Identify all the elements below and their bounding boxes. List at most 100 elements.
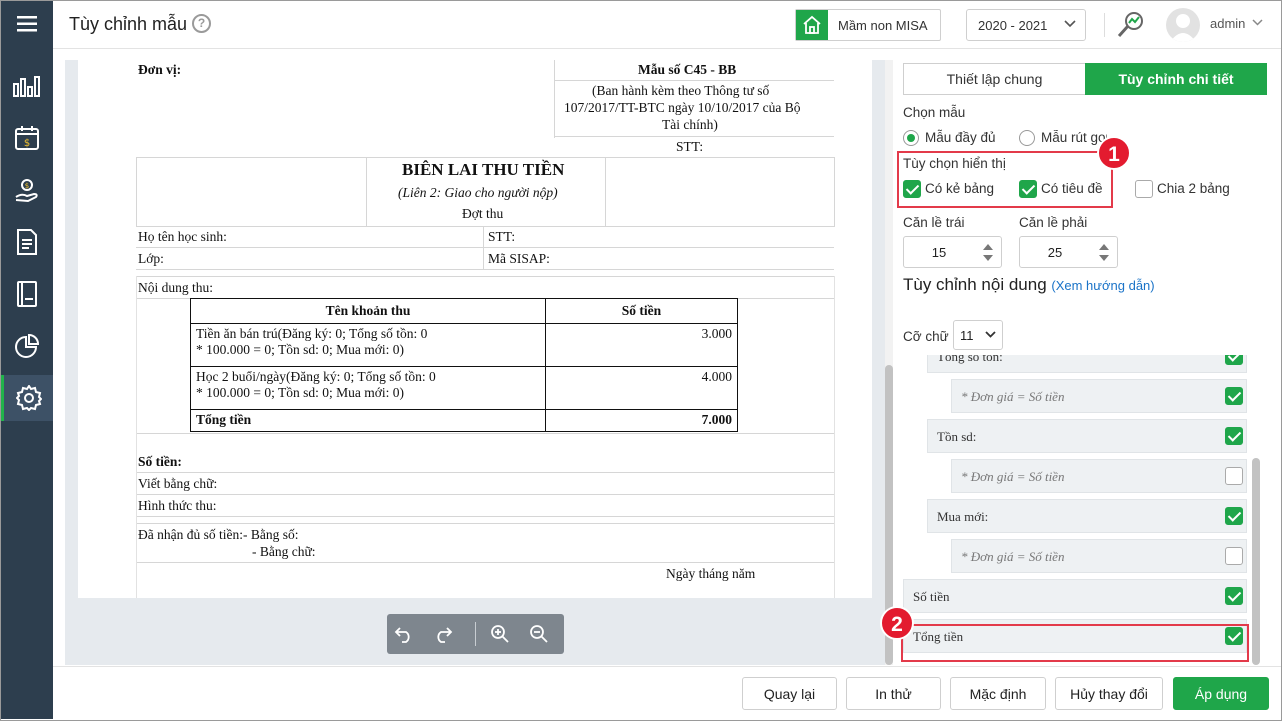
option-label: * Đơn giá = Số tiền <box>961 549 1065 564</box>
right-margin-label: Căn lề phải <box>1019 215 1088 230</box>
option-label: * Đơn giá = Số tiền <box>961 469 1065 484</box>
menu-icon[interactable] <box>1 1 53 47</box>
sidebar-item-collect[interactable]: $ <box>1 167 53 213</box>
checkbox-split-tables[interactable] <box>1135 180 1153 198</box>
left-margin-stepper[interactable]: 15 <box>903 236 1002 268</box>
avatar[interactable] <box>1166 8 1200 42</box>
tab-general-settings[interactable]: Thiết lập chung <box>903 63 1085 95</box>
zoom-out-icon <box>530 625 548 643</box>
undo-button[interactable] <box>391 621 417 647</box>
sidebar-item-reports[interactable] <box>1 323 53 369</box>
fee-name-line: * 100.000 = 0; Tồn sd: 0; Mua mới: 0) <box>196 342 405 357</box>
school-selector[interactable]: Mầm non MISA <box>795 9 941 41</box>
font-size-select[interactable]: 11 <box>953 320 1003 350</box>
col-fee-name: Tên khoản thu <box>190 298 546 324</box>
print-preview-button[interactable]: In thử <box>846 677 941 710</box>
table-row: Học 2 buổi/ngày(Đăng ký: 0; Tổng số tồn:… <box>190 366 738 410</box>
doc-amount-label: Số tiền: <box>138 454 182 469</box>
back-button[interactable]: Quay lại <box>742 677 837 710</box>
fee-name-line: Học 2 buổi/ngày(Đăng ký: 0; Tổng số tồn:… <box>196 369 436 384</box>
increment-icon[interactable] <box>1099 244 1109 250</box>
split-tables-label[interactable]: Chia 2 bảng <box>1157 181 1230 196</box>
undo-icon <box>394 627 410 643</box>
option-checkbox[interactable] <box>1225 547 1243 565</box>
fee-table: Tên khoản thu Số tiền Tiền ăn bán trú(Đă… <box>190 298 738 432</box>
doc-issued-line: Tài chính) <box>662 117 718 132</box>
increment-icon[interactable] <box>983 244 993 250</box>
doc-student-stt: STT: <box>488 229 516 244</box>
doc-unit-label: Đơn vị: <box>138 62 182 77</box>
font-size-label: Cỡ chữ <box>903 329 949 344</box>
search-chart-icon[interactable] <box>1116 10 1146 40</box>
short-template-label[interactable]: Mẫu rút gọn <box>1041 130 1107 145</box>
zoom-out-button[interactable] <box>526 621 552 647</box>
doc-class: Lớp: <box>138 251 164 266</box>
option-checkbox[interactable] <box>1225 507 1243 525</box>
doc-stt: STT: <box>676 139 704 154</box>
right-margin-value: 25 <box>1047 245 1063 260</box>
preview-scrollbar[interactable] <box>885 60 893 665</box>
list-item: Tồn sd: <box>927 419 1247 453</box>
list-item: Số tiền <box>903 579 1247 613</box>
page-title: Tùy chỉnh mẫu <box>69 14 188 34</box>
cancel-changes-button[interactable]: Hủy thay đổi <box>1055 677 1163 710</box>
svg-text:$: $ <box>25 182 29 190</box>
radio-full-template[interactable] <box>903 130 919 146</box>
list-item: * Đơn giá = Số tiền <box>951 539 1247 573</box>
receipt-preview: Đơn vị: Mẫu số C45 - BB (Ban hành kèm th… <box>78 60 872 598</box>
decrement-icon[interactable] <box>1099 255 1109 261</box>
doc-content-label: Nội dung thu: <box>138 280 214 295</box>
doc-student-name: Họ tên học sinh: <box>138 229 227 244</box>
sidebar-item-documents[interactable] <box>1 219 53 265</box>
zoom-in-button[interactable] <box>487 621 513 647</box>
school-year-select[interactable]: 2020 - 2021 <box>966 9 1086 41</box>
list-item: Mua mới: <box>927 499 1247 533</box>
decrement-icon[interactable] <box>983 255 993 261</box>
default-button[interactable]: Mặc định <box>950 677 1046 710</box>
radio-short-template[interactable] <box>1019 130 1035 146</box>
option-label: * Đơn giá = Số tiền <box>961 389 1065 404</box>
option-checkbox[interactable] <box>1225 467 1243 485</box>
help-icon[interactable]: ? <box>192 14 211 33</box>
option-checkbox[interactable] <box>1225 427 1243 445</box>
chart-bar-icon <box>13 76 40 97</box>
header-divider <box>1104 13 1105 37</box>
left-margin-value: 15 <box>931 245 947 260</box>
fee-name-line: * 100.000 = 0; Tồn sd: 0; Mua mới: 0) <box>196 385 405 400</box>
content-options-list: Tổng số tồn: * Đơn giá = Số tiền Tồn sd:… <box>894 355 1262 665</box>
chevron-down-icon[interactable] <box>1252 19 1263 26</box>
option-checkbox[interactable] <box>1225 387 1243 405</box>
home-icon <box>796 10 828 40</box>
sidebar-item-dashboard[interactable] <box>1 64 53 110</box>
redo-button[interactable] <box>430 621 456 647</box>
preview-area: Đơn vị: Mẫu số C45 - BB (Ban hành kèm th… <box>65 60 885 665</box>
option-checkbox[interactable] <box>1225 587 1243 605</box>
customize-content-heading: Tùy chỉnh nội dung (Xem hướng dẫn) <box>903 275 1155 295</box>
svg-text:$: $ <box>24 138 30 149</box>
sidebar-item-fees[interactable]: $ <box>1 115 53 161</box>
redo-icon <box>437 627 453 643</box>
total-amount: 7.000 <box>545 409 738 432</box>
apply-button[interactable]: Áp dụng <box>1173 677 1269 710</box>
right-margin-stepper[interactable]: 25 <box>1019 236 1118 268</box>
hand-coin-icon: $ <box>15 179 38 203</box>
left-margin-label: Căn lề trái <box>903 215 965 230</box>
guide-link[interactable]: (Xem hướng dẫn) <box>1051 278 1154 293</box>
preview-toolbar <box>387 614 564 654</box>
left-nav: $ $ <box>1 1 53 719</box>
document-icon <box>17 229 37 255</box>
table-header-row: Tên khoản thu Số tiền <box>190 298 738 324</box>
tab-detail-settings[interactable]: Tùy chỉnh chi tiết <box>1085 63 1267 95</box>
full-template-label[interactable]: Mẫu đầy đủ <box>925 130 996 145</box>
choose-template-label: Chọn mẫu <box>903 105 966 120</box>
book-icon <box>17 281 37 307</box>
sidebar-item-books[interactable] <box>1 271 53 317</box>
user-name[interactable]: admin <box>1210 16 1245 31</box>
fee-name-line: Tiền ăn bán trú(Đăng ký: 0; Tổng số tồn:… <box>196 326 428 341</box>
school-year-value: 2020 - 2021 <box>978 18 1048 33</box>
sidebar-item-settings[interactable] <box>1 375 53 421</box>
option-checkbox[interactable] <box>1225 355 1243 365</box>
toolbar-divider <box>475 622 476 646</box>
calendar-money-icon: $ <box>15 126 39 150</box>
panel-scrollbar-thumb[interactable] <box>1252 458 1260 665</box>
